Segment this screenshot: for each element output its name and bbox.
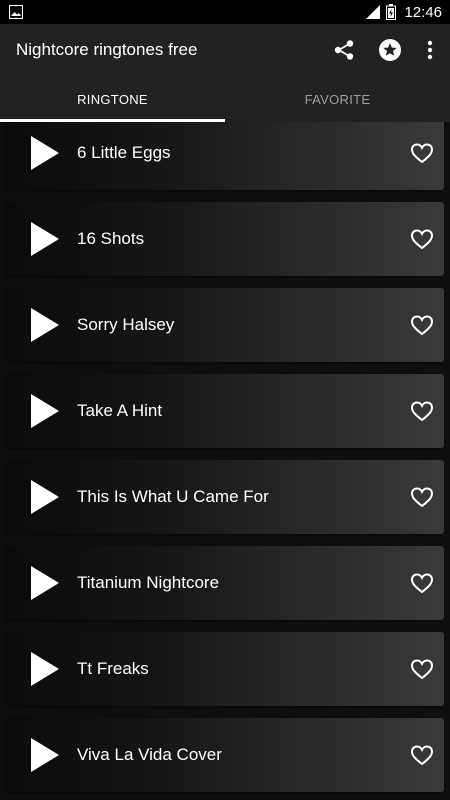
list-item[interactable]: Viva La Vida Cover [6,718,444,792]
list-item[interactable]: This Is What U Came For [6,460,444,534]
heart-icon[interactable] [410,142,434,164]
play-icon[interactable] [28,220,62,258]
ringtone-title: Viva La Vida Cover [77,745,222,764]
tab-bar: RINGTONE FAVORITE [0,76,450,122]
signal-icon [366,5,381,19]
play-icon[interactable] [28,134,62,172]
ringtone-list[interactable]: 6 Little Eggs 16 Shots Sorry Halsey Take… [0,122,450,800]
play-icon[interactable] [28,736,62,774]
heart-icon[interactable] [410,486,434,508]
image-icon [9,5,23,19]
app-bar: Nightcore ringtones free RINGTONE FAVORI… [0,24,450,122]
list-item[interactable]: Tt Freaks [6,632,444,706]
list-item[interactable]: Take A Hint [6,374,444,448]
overflow-menu-button[interactable] [417,37,443,63]
list-item[interactable]: Sorry Halsey [6,288,444,362]
rate-button[interactable] [377,37,403,63]
ringtone-title: Tt Freaks [77,659,149,678]
ringtone-title: Sorry Halsey [77,315,175,334]
share-button[interactable] [331,37,357,63]
app-title: Nightcore ringtones free [16,40,198,59]
heart-icon[interactable] [410,658,434,680]
tab-ringtone[interactable]: RINGTONE [0,76,225,122]
share-icon [334,40,354,60]
ringtone-title: Titanium Nightcore [77,573,220,592]
heart-icon[interactable] [410,228,434,250]
status-clock: 12:46 [404,3,442,21]
tab-favorite[interactable]: FAVORITE [225,76,450,122]
heart-icon[interactable] [410,314,434,336]
list-item[interactable]: 6 Little Eggs [6,122,444,190]
heart-icon[interactable] [410,572,434,594]
play-icon[interactable] [28,478,62,516]
play-icon[interactable] [28,564,62,602]
heart-icon[interactable] [410,744,434,766]
list-item[interactable]: 16 Shots [6,202,444,276]
status-bar: 12:46 [0,0,450,24]
star-icon [379,39,401,61]
ringtone-title: 6 Little Eggs [77,143,171,162]
list-item[interactable]: Titanium Nightcore [6,546,444,620]
play-icon[interactable] [28,392,62,430]
ringtone-title: Take A Hint [77,401,163,420]
status-icons: 12:46 [366,0,442,24]
battery-icon [386,4,397,20]
heart-icon[interactable] [410,400,434,422]
ringtone-title: This Is What U Came For [77,487,269,506]
play-icon[interactable] [28,650,62,688]
ringtone-title: 16 Shots [77,229,145,248]
more-vert-icon [427,40,433,60]
play-icon[interactable] [28,306,62,344]
